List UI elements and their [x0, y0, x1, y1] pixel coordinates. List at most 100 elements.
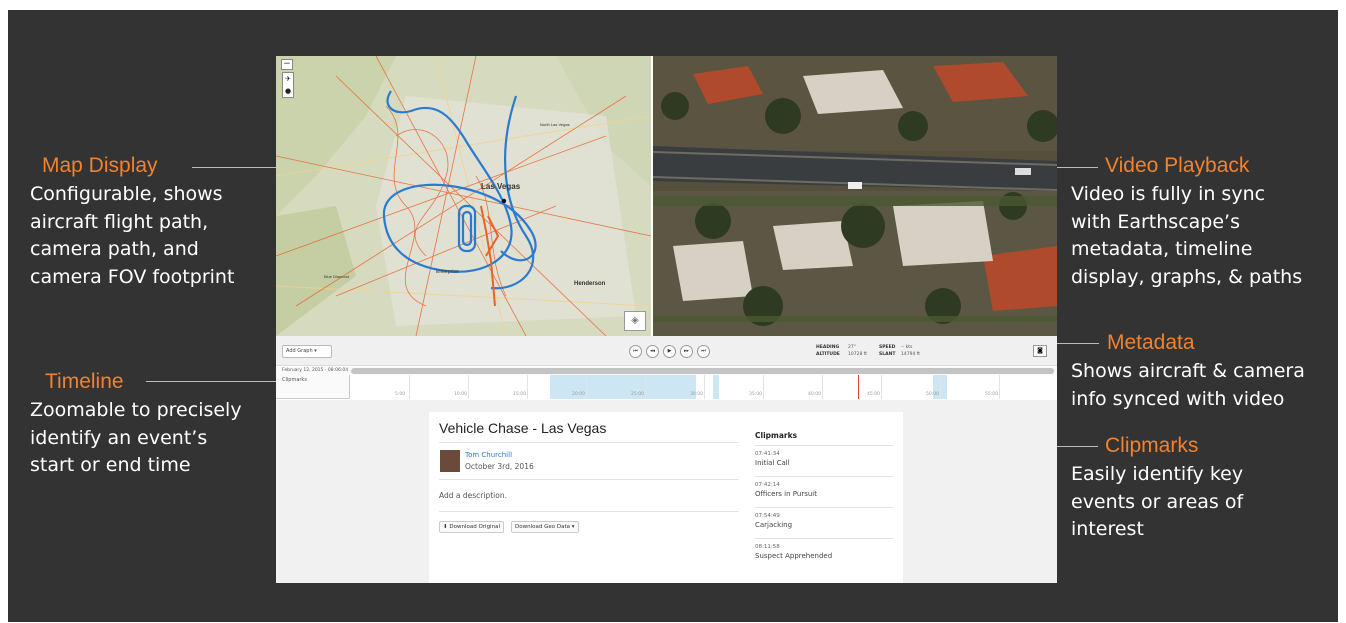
timeline-tick	[527, 375, 528, 399]
video-player[interactable]	[653, 56, 1057, 336]
callout-title: Metadata	[1107, 331, 1195, 354]
clipmark-item[interactable]: 07:42:14 Officers in Pursuit	[755, 481, 893, 499]
timeline-scrollbar[interactable]	[351, 368, 1054, 374]
add-graph-dropdown[interactable]: Add Graph ▾	[282, 345, 332, 358]
add-graph-label: Add Graph	[286, 348, 313, 354]
map-label-henderson: Henderson	[574, 281, 606, 287]
skip-back-button[interactable]: ⏮	[629, 345, 642, 358]
timeline-clipmarks-label: Clipmarks	[282, 377, 307, 383]
divider	[755, 476, 893, 477]
slant-label: SLANT	[879, 352, 896, 357]
step-back-button[interactable]: ◂◂	[646, 345, 659, 358]
divider	[439, 442, 739, 443]
callout-body: Shows aircraft & camera info synced with…	[1071, 360, 1305, 410]
video-title: Vehicle Chase - Las Vegas	[439, 420, 607, 436]
slant-value: 14794 ft	[901, 352, 921, 357]
divider	[439, 479, 739, 480]
timeline-track[interactable]: 5:00 10:00 15:00 20:00 25:00 30:00 35:00 40:00 4…	[349, 375, 1057, 399]
earthscape-app: − ✈ ● Las Vegas Henderson Enterprise Nor…	[276, 56, 1057, 583]
timeline-tick-label: 5:00	[395, 392, 406, 397]
callout-title: Clipmarks	[1105, 434, 1199, 457]
timeline-tick	[999, 375, 1000, 399]
speed-value: -- kts	[901, 345, 913, 350]
clipmark-time: 07:41:34	[755, 451, 780, 457]
details-panel: Vehicle Chase - Las Vegas Tom Churchill …	[276, 400, 1057, 583]
timeline-tick-label: 35:00	[749, 392, 762, 397]
altitude-value: 10728 ft	[848, 352, 868, 357]
clipmark-label: Carjacking	[755, 521, 793, 529]
callout-video-playback: Video Playback Video is fully in sync wi…	[1071, 153, 1302, 291]
skip-forward-button[interactable]: ⏭	[697, 345, 710, 358]
clipmark-item[interactable]: 08:11:58 Suspect Apprehended	[755, 543, 893, 561]
video-details-card: Vehicle Chase - Las Vegas Tom Churchill …	[429, 412, 903, 583]
timeline-tick-label: 20:00	[572, 392, 585, 397]
timeline-tick	[881, 375, 882, 399]
speed-label: SPEED	[879, 345, 896, 350]
callout-body: Video is fully in sync with Earthscape’s…	[1071, 183, 1303, 288]
callout-body: Zoomable to precisely identify an event’…	[30, 399, 242, 476]
camera-icon[interactable]: ◙	[1033, 345, 1047, 357]
callout-title: Map Display	[42, 154, 158, 177]
timeline-date: February 12, 2015 - 08:06:04	[282, 368, 349, 373]
map-tools-panel[interactable]: ✈ ●	[282, 72, 294, 98]
clipmark-label: Officers in Pursuit	[755, 490, 817, 498]
callout-title: Video Playback	[1105, 154, 1250, 177]
aerial-video-frame	[653, 56, 1057, 336]
timeline-tick-label: 55:00	[985, 392, 998, 397]
clipmarks-heading: Clipmarks	[755, 431, 798, 440]
clipmark-time: 07:54:49	[755, 513, 780, 519]
person-icon[interactable]: ✈	[283, 73, 293, 85]
clipmark-label: Initial Call	[755, 459, 790, 467]
clipmark-time: 08:11:58	[755, 544, 780, 550]
timeline-tick	[822, 375, 823, 399]
map-label-las-vegas: Las Vegas	[481, 182, 521, 191]
callout-body: Easily identify key events or areas of i…	[1071, 463, 1244, 540]
download-original-button[interactable]: ⬇ Download Original	[439, 521, 504, 533]
avatar[interactable]	[440, 450, 460, 472]
divider	[755, 445, 893, 446]
timeline-tick-label: 40:00	[808, 392, 821, 397]
timeline-tick	[409, 375, 410, 399]
playhead[interactable]	[858, 375, 859, 399]
timeline[interactable]: February 12, 2015 - 08:06:04 Clipmarks 5…	[276, 367, 1057, 399]
step-forward-button[interactable]: ▸▸	[680, 345, 693, 358]
callout-body: Configurable, shows aircraft flight path…	[30, 183, 235, 288]
timeline-tick-label: 25:00	[631, 392, 644, 397]
download-original-label: Download Original	[449, 524, 500, 530]
author-link[interactable]: Tom Churchill	[465, 451, 512, 459]
clipmark-time: 07:42:14	[755, 482, 780, 488]
download-geo-data-button[interactable]: Download Geo Data ▾	[511, 521, 579, 533]
playback-controls-bar: Add Graph ▾ ⏮ ◂◂ ▶ ▸▸ ⏭ HEADING 27° ALTI…	[276, 336, 1057, 366]
play-button[interactable]: ▶	[663, 345, 676, 358]
pin-icon[interactable]: ●	[283, 85, 293, 97]
timeline-tick	[586, 375, 587, 399]
timeline-tick	[468, 375, 469, 399]
timeline-tick-label: 30:00	[690, 392, 703, 397]
callout-title: Timeline	[45, 370, 124, 393]
clipmark-item[interactable]: 07:41:34 Initial Call	[755, 450, 893, 468]
timeline-tick-label: 50:00	[926, 392, 939, 397]
timeline-tick	[763, 375, 764, 399]
zoom-out-button[interactable]: −	[281, 59, 293, 70]
callout-map-display: Map Display Configurable, shows aircraft…	[30, 153, 234, 291]
timeline-tick-label: 45:00	[867, 392, 880, 397]
map-canvas	[276, 56, 651, 336]
clipmark-label: Suspect Apprehended	[755, 552, 833, 560]
timeline-tick	[704, 375, 705, 399]
callout-timeline: Timeline Zoomable to precisely identify …	[30, 369, 242, 480]
clipmark-item[interactable]: 07:54:49 Carjacking	[755, 512, 893, 530]
map-label-blue-diamond: Blue Diamond	[324, 274, 350, 279]
layers-icon[interactable]: ◈	[624, 311, 646, 331]
description-field[interactable]: Add a description.	[439, 491, 507, 500]
timeline-tick-label: 10:00	[454, 392, 467, 397]
map-label-north-las-vegas: North Las Vegas	[540, 122, 570, 127]
divider	[439, 511, 739, 512]
divider	[755, 538, 893, 539]
map-label-enterprise: Enterprise	[436, 269, 459, 275]
heading-value: 27°	[848, 345, 856, 350]
timeline-tick	[645, 375, 646, 399]
clipmark-segment[interactable]	[713, 375, 719, 399]
timeline-tick-label: 15:00	[513, 392, 526, 397]
heading-label: HEADING	[816, 345, 840, 350]
map-display[interactable]: − ✈ ● Las Vegas Henderson Enterprise Nor…	[276, 56, 651, 336]
